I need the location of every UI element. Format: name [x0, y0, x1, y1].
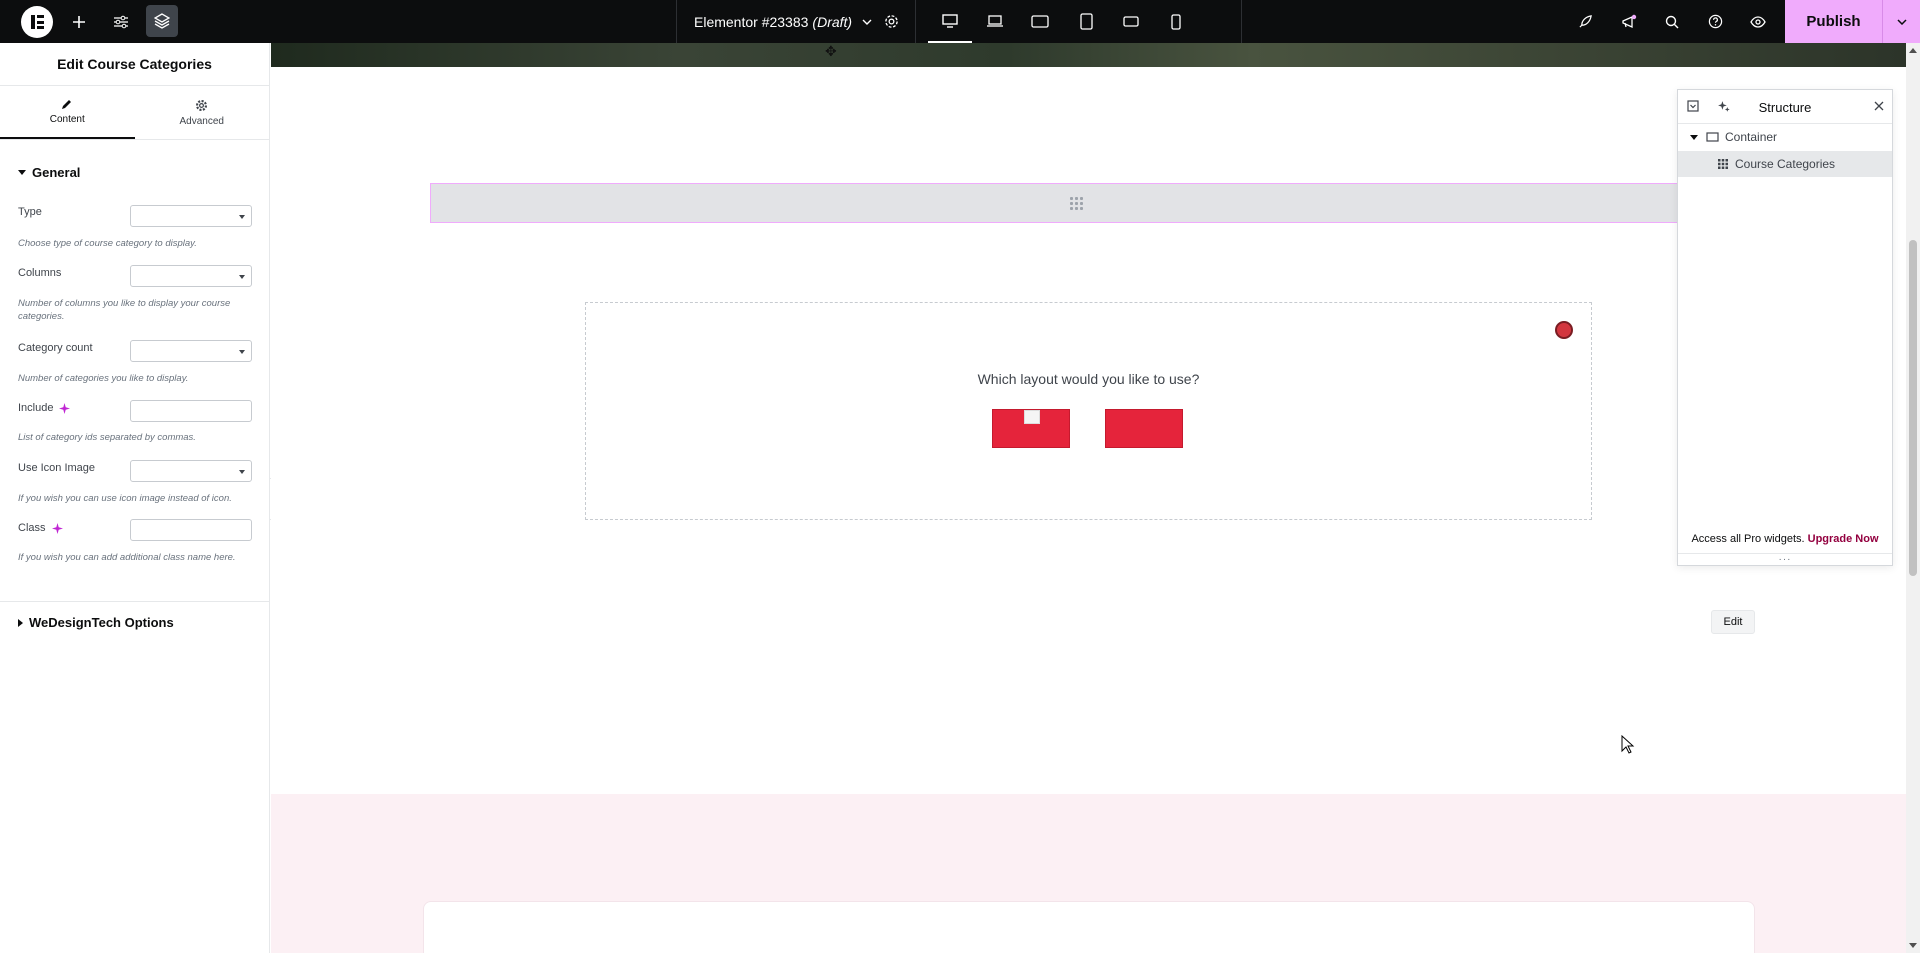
- ai-sparkle-icon[interactable]: [1716, 99, 1730, 113]
- include-label: Include: [18, 402, 71, 414]
- structure-toggle-button[interactable]: [146, 5, 178, 37]
- document-status: (Draft): [812, 13, 853, 30]
- container-icon: [1706, 132, 1719, 142]
- columns-description: Number of columns you like to display yo…: [18, 298, 231, 322]
- edit-button[interactable]: Edit: [1711, 610, 1755, 634]
- caret-right-icon: [18, 618, 23, 627]
- close-icon[interactable]: [1872, 99, 1886, 113]
- tablet-portrait-device-icon[interactable]: [1064, 0, 1108, 43]
- panel-tabs: Content Advanced: [0, 86, 269, 140]
- hero-image-strip: [271, 43, 1906, 67]
- scroll-down-arrow-icon[interactable]: [1909, 943, 1917, 948]
- tablet-landscape-device-icon[interactable]: [1018, 0, 1062, 43]
- caret-down-icon: [18, 170, 26, 175]
- collapse-all-icon[interactable]: [1686, 99, 1700, 113]
- drag-handle-icon[interactable]: [1069, 196, 1083, 210]
- publish-button-group: Publish: [1785, 0, 1920, 43]
- panel-title: Edit Course Categories: [0, 43, 269, 86]
- type-select[interactable]: [130, 205, 252, 227]
- caret-down-icon: [1690, 134, 1698, 140]
- chevron-down-icon: [862, 19, 872, 25]
- responsive-device-switcher: [915, 0, 1242, 43]
- mobile-portrait-device-icon[interactable]: [1154, 0, 1198, 43]
- content-card: [423, 901, 1755, 953]
- type-description: Choose type of course category to displa…: [18, 238, 197, 249]
- general-section-title: General: [32, 165, 81, 180]
- category-count-label: Category count: [18, 342, 93, 354]
- wedesigntech-options-title: WeDesignTech Options: [29, 615, 174, 630]
- general-section-toggle[interactable]: General: [18, 165, 80, 180]
- layout-preview-icon: [1024, 410, 1040, 424]
- structure-item-container[interactable]: Container: [1678, 124, 1892, 150]
- use-icon-image-select[interactable]: [130, 460, 252, 482]
- pro-widgets-notice: Access all Pro widgets. Upgrade Now: [1678, 533, 1892, 545]
- widget-settings-panel: Edit Course Categories Content Advanced …: [0, 43, 270, 953]
- tab-content[interactable]: Content: [0, 86, 135, 139]
- canvas-scrollbar[interactable]: [1906, 43, 1920, 953]
- structure-item-label: Course Categories: [1735, 157, 1836, 171]
- desktop-device-icon[interactable]: [928, 0, 972, 43]
- container-drop-area[interactable]: [430, 183, 1722, 223]
- mobile-landscape-device-icon[interactable]: [1109, 0, 1153, 43]
- tab-content-label: Content: [49, 114, 85, 125]
- layout-question: Which layout would you like to use?: [977, 371, 1200, 387]
- scrollbar-thumb[interactable]: [1909, 240, 1917, 576]
- grid-layout-option[interactable]: [1105, 409, 1183, 448]
- structure-resize-handle[interactable]: ···: [1678, 553, 1892, 565]
- launchpad-rocket-icon[interactable]: [1573, 0, 1597, 43]
- document-title: Elementor #23383: [694, 13, 809, 30]
- category-count-description: Number of categories you like to display…: [18, 373, 189, 384]
- search-icon[interactable]: [1660, 0, 1684, 43]
- structure-header: Structure: [1678, 90, 1892, 124]
- layout-chooser: Which layout would you like to use?: [585, 302, 1592, 520]
- structure-item-course-categories[interactable]: Course Categories: [1678, 151, 1892, 177]
- ai-sparkle-icon[interactable]: [59, 402, 71, 414]
- section-divider: [0, 601, 270, 602]
- type-label: Type: [18, 206, 42, 218]
- flexbox-layout-option[interactable]: [992, 409, 1070, 448]
- help-icon[interactable]: [1703, 0, 1727, 43]
- mouse-cursor-icon: [1621, 735, 1635, 754]
- elementor-logo-icon[interactable]: [21, 6, 53, 38]
- class-description: If you wish you can add additional class…: [18, 552, 236, 563]
- columns-select[interactable]: [130, 265, 252, 287]
- structure-title: Structure: [1758, 99, 1812, 115]
- ai-sparkle-icon[interactable]: [51, 522, 63, 534]
- grid-icon: [1718, 159, 1728, 169]
- hero-ornament-icon: ✥: [825, 43, 837, 59]
- class-input[interactable]: [130, 519, 252, 541]
- include-input[interactable]: [130, 400, 252, 422]
- gear-icon: [196, 99, 208, 111]
- use-icon-image-description: If you wish you can use icon image inste…: [18, 493, 232, 504]
- include-description: List of category ids separated by commas…: [18, 432, 196, 443]
- structure-panel: Structure Container Course Categories Ac…: [1677, 89, 1893, 566]
- tab-advanced-label: Advanced: [179, 115, 224, 127]
- top-bar: Elementor #23383 (Draft) Publish: [0, 0, 1920, 43]
- pencil-icon: [62, 100, 72, 109]
- scroll-up-arrow-icon[interactable]: [1909, 48, 1917, 53]
- category-count-select[interactable]: [130, 340, 252, 362]
- columns-label: Columns: [18, 267, 62, 279]
- use-icon-image-label: Use Icon Image: [18, 462, 96, 474]
- laptop-device-icon[interactable]: [973, 0, 1017, 43]
- whats-new-megaphone-icon[interactable]: [1617, 0, 1641, 43]
- upgrade-now-link[interactable]: Upgrade Now: [1808, 533, 1879, 545]
- add-element-icon[interactable]: [68, 0, 90, 43]
- tab-advanced[interactable]: Advanced: [135, 86, 270, 139]
- preview-eye-icon[interactable]: [1746, 0, 1770, 43]
- site-settings-icon[interactable]: [110, 0, 132, 43]
- editor-canvas: ✥ Which layout would you like to use? Ed…: [271, 43, 1906, 953]
- wedesigntech-options-toggle[interactable]: WeDesignTech Options: [18, 615, 174, 630]
- publish-button[interactable]: Publish: [1785, 13, 1882, 30]
- pro-widgets-text: Access all Pro widgets.: [1691, 533, 1805, 545]
- page-settings-gear-icon[interactable]: [880, 0, 902, 43]
- class-label: Class: [18, 522, 63, 534]
- close-icon[interactable]: [1555, 321, 1573, 339]
- publish-options-chevron-icon[interactable]: [1882, 0, 1920, 43]
- structure-item-label: Container: [1725, 130, 1778, 144]
